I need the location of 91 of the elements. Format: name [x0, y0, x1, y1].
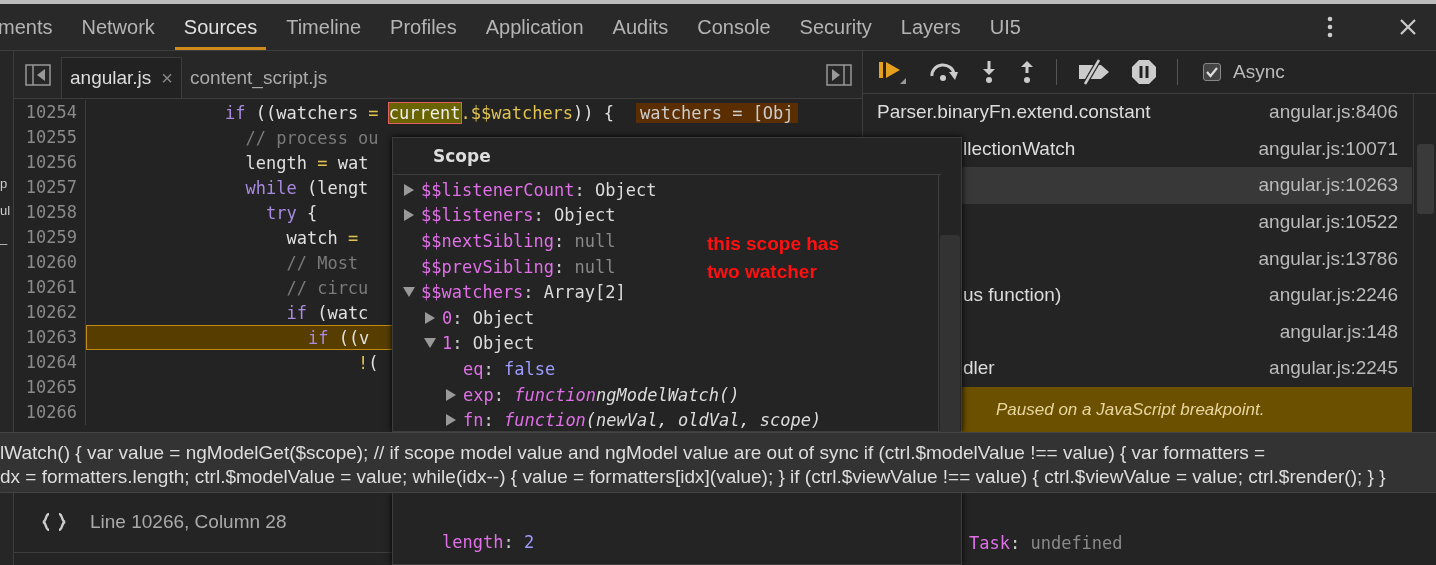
- code-token: =: [368, 102, 380, 123]
- line-number: 10261: [14, 275, 86, 300]
- property-entry[interactable]: fn: function(newVal, oldVal, scope): [463, 410, 822, 431]
- navigator-item[interactable]: p: [0, 176, 13, 191]
- panel-tab[interactable]: Profiles: [381, 7, 466, 50]
- call-frame[interactable]: Parser.binaryFn.extend.constant angular.js:8406: [863, 94, 1412, 131]
- line-number: 10257: [14, 175, 86, 200]
- code-token: {: [305, 202, 318, 223]
- line-number: 10262: [14, 300, 86, 325]
- code-token: (watc: [316, 302, 369, 323]
- more-menu-icon[interactable]: [1327, 16, 1333, 38]
- expand-triangle-icon[interactable]: [403, 183, 415, 196]
- panel-tab[interactable]: Console: [688, 7, 780, 50]
- property-entry[interactable]: $$nextSibling: null: [421, 231, 616, 251]
- file-tab[interactable]: content_script.js: [182, 58, 336, 98]
- code-token: watch: [285, 227, 339, 248]
- code-token: ((v: [337, 327, 370, 348]
- property-entry[interactable]: $$prevSibling: null: [421, 256, 616, 277]
- line-number: 10265: [14, 375, 86, 400]
- code-token: )) {: [573, 102, 615, 123]
- panel-tab[interactable]: Layers: [891, 7, 970, 50]
- scope-variable: Task: undefined: [969, 533, 1124, 553]
- expand-triangle-icon[interactable]: [403, 209, 415, 222]
- pretty-print-icon[interactable]: [42, 513, 66, 531]
- property-entry[interactable]: length: 2: [442, 531, 535, 552]
- panel-tab[interactable]: Application: [476, 7, 593, 50]
- property-entry[interactable]: 0: Object: [442, 307, 535, 328]
- code-token: current: [388, 102, 461, 123]
- property-entry[interactable]: exp: functionngModelWatch(): [463, 384, 740, 405]
- panel-tab[interactable]: UI5: [980, 7, 1030, 50]
- line-number: 10264: [14, 350, 86, 375]
- navigator-item[interactable]: ul: [0, 203, 13, 218]
- panel-tab[interactable]: Audits: [603, 7, 678, 50]
- code-token: (lengt: [305, 177, 369, 198]
- code-token: length: [244, 152, 308, 173]
- popover-title: Scope: [393, 138, 941, 175]
- debugger-toggle-icon[interactable]: [826, 64, 852, 86]
- expand-triangle-icon[interactable]: [403, 286, 415, 299]
- panel-tab[interactable]: Timeline: [277, 7, 371, 50]
- expand-triangle-icon[interactable]: [424, 311, 436, 324]
- property-entry[interactable]: eq: false: [463, 358, 556, 379]
- line-number: 10259: [14, 225, 86, 250]
- expand-triangle-icon[interactable]: [445, 414, 457, 427]
- expand-triangle-icon[interactable]: [445, 388, 457, 401]
- close-icon[interactable]: [1399, 18, 1417, 36]
- file-tab[interactable]: angular.js ×: [61, 57, 183, 98]
- step-over-icon[interactable]: [928, 62, 960, 82]
- code-token: !: [357, 352, 369, 373]
- property-entry[interactable]: 1: Object: [442, 333, 535, 354]
- pause-on-exceptions-icon[interactable]: [1131, 59, 1157, 85]
- code-token: // circu: [285, 277, 369, 298]
- code-token: while: [244, 177, 297, 198]
- property-entry[interactable]: $$listeners: Object: [421, 205, 616, 226]
- tooltip-line: lWatch() { var value = ngModelGet($scope); // if scope model value and ngModel value are out of sync if (ctrl.$modelValue !== value) { var formatters =: [0, 441, 1267, 465]
- navigator-item[interactable]: _: [0, 230, 13, 245]
- code-token: =: [347, 227, 359, 248]
- code-token: if: [224, 102, 246, 123]
- panel-tab[interactable]: Security: [790, 7, 881, 50]
- code-token: // Most: [285, 252, 359, 273]
- code-token: // process ou: [244, 127, 379, 148]
- close-tab-button[interactable]: ×: [161, 66, 174, 90]
- sidebar-toggle-icon[interactable]: [25, 64, 51, 86]
- line-number: 10254: [14, 100, 86, 125]
- async-checkbox[interactable]: [1203, 63, 1221, 81]
- code-token: =: [317, 152, 328, 173]
- scrollbar-thumb[interactable]: [940, 235, 960, 433]
- code-token: ((watchers: [254, 102, 360, 123]
- line-number: 10266: [14, 400, 86, 425]
- cursor-position: Line 10266, Column 28: [90, 511, 287, 533]
- code-token: try: [265, 202, 297, 223]
- code-token: wat: [336, 152, 369, 173]
- code-token: if: [285, 302, 307, 323]
- property-entry[interactable]: $$listenerCount: Object: [421, 179, 657, 200]
- code-token: (: [368, 352, 379, 373]
- deactivate-breakpoints-icon[interactable]: [1077, 59, 1111, 85]
- code-token: watchers = [Obj: [636, 102, 798, 123]
- resume-icon[interactable]: [878, 59, 908, 85]
- panel-tab[interactable]: ments: [0, 7, 62, 50]
- line-number: 10260: [14, 250, 86, 275]
- code-token: if: [306, 327, 329, 348]
- line-number: 10258: [14, 200, 86, 225]
- tooltip-line: dx = formatters.length; ctrl.$modelValue = value; while(idx--) { value = formatters[idx](value); } if (ctrl.$viewValue !== value) { ctrl.$viewValue = value; ctrl.$render(); } }: [0, 465, 1387, 489]
- line-number: 10256: [14, 150, 86, 175]
- panel-tab[interactable]: Network: [72, 7, 164, 50]
- paused-message: Paused on a JavaScript breakpoint.: [996, 400, 1265, 421]
- async-label: Async: [1233, 61, 1285, 83]
- annotation-text: this scope has two watcher: [707, 232, 840, 284]
- code-token: .$$watchers: [460, 102, 574, 123]
- property-entry[interactable]: $$watchers: Array[2]: [421, 282, 626, 303]
- line-number: 10255: [14, 125, 86, 150]
- expand-triangle-icon[interactable]: [424, 337, 436, 350]
